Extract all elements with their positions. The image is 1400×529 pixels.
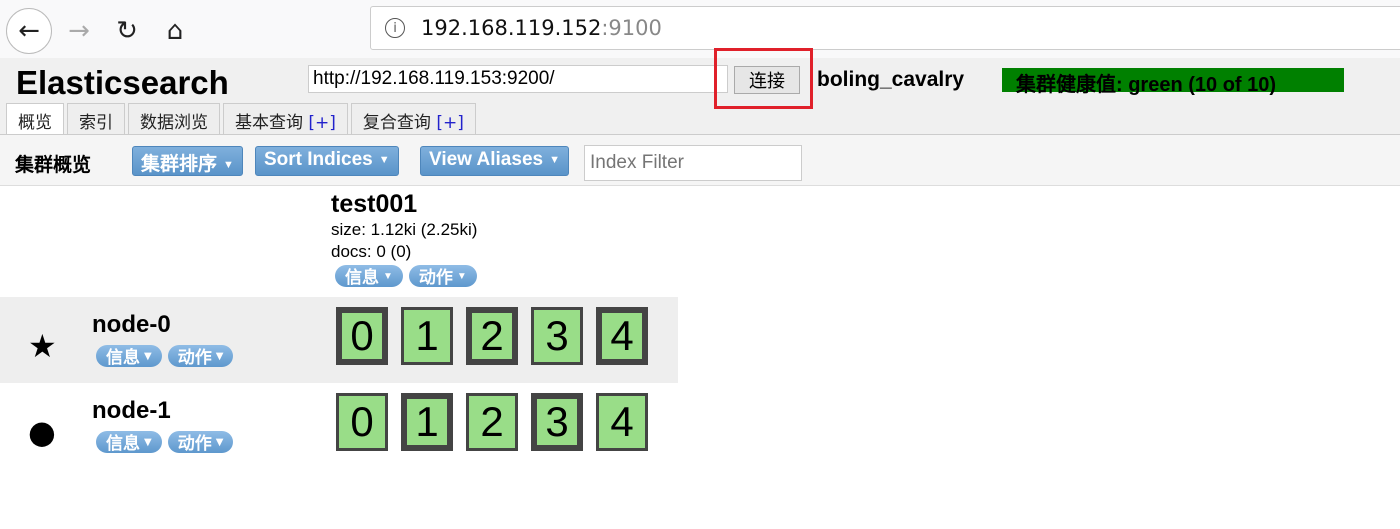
tab-basic-query[interactable]: 基本查询 [+] (223, 103, 348, 134)
browser-toolbar: ← → ↻ ⌂ i 192.168.119.152:9100 (0, 0, 1400, 58)
address-bar[interactable]: i 192.168.119.152:9100 (370, 6, 1400, 50)
shard-list: 01234 (336, 307, 648, 365)
node-info-button[interactable]: 信息 ▼ (96, 345, 162, 367)
cluster-health-badge: 集群健康值: green (10 of 10) (1002, 68, 1344, 96)
url-port: :9100 (601, 16, 662, 40)
shard-box[interactable]: 0 (336, 393, 388, 451)
button-label: 动作 (177, 434, 212, 453)
caret-down-icon: ▼ (144, 351, 152, 362)
node-actions-button[interactable]: 动作 ▼ (167, 431, 234, 453)
caret-down-icon: ▼ (456, 271, 467, 282)
index-size: size: 1.12ki (2.25ki) (331, 220, 478, 239)
connect-url-input[interactable] (308, 65, 728, 93)
tab-label: 索引 (79, 113, 113, 133)
index-actions-button[interactable]: 动作 ▼ (408, 265, 477, 287)
app-header: Elasticsearch 连接 boling_cavalry 集群健康值: g… (0, 48, 1400, 134)
index-filter-input[interactable] (584, 145, 802, 181)
shard-list: 01234 (336, 393, 648, 451)
caret-down-icon: ▼ (549, 153, 560, 166)
tab-plus[interactable]: [+] (436, 113, 464, 133)
home-icon[interactable]: ⌂ (152, 8, 198, 54)
shard-box[interactable]: 4 (596, 307, 648, 365)
button-label: 动作 (418, 268, 453, 287)
tab-compound-query[interactable]: 复合查询 [+] (350, 103, 476, 134)
dropdown-label: Sort Indices (264, 149, 373, 170)
caret-down-icon: ▼ (215, 351, 224, 362)
tab-label: 基本查询 (235, 113, 303, 133)
cluster-name: boling_cavalry (817, 68, 965, 91)
url-host: 192.168.119.152 (421, 16, 602, 40)
button-label: 信息 (106, 434, 140, 453)
overview-title: 集群概览 (15, 154, 92, 176)
reload-icon[interactable]: ↻ (104, 8, 150, 54)
index-header: test001 size: 1.12ki (2.25ki) docs: 0 (0… (331, 190, 483, 292)
caret-down-icon: ▼ (144, 437, 152, 448)
sort-indices-dropdown[interactable]: Sort Indices ▼ (255, 146, 399, 176)
index-name: test001 (331, 190, 418, 218)
back-icon[interactable]: ← (6, 8, 52, 54)
tab-browser[interactable]: 数据浏览 (128, 103, 220, 134)
node-actions-button[interactable]: 动作 ▼ (167, 345, 234, 367)
index-docs: docs: 0 (0) (331, 242, 412, 261)
shard-box[interactable]: 3 (531, 307, 583, 365)
shard-box[interactable]: 0 (336, 307, 388, 365)
tab-label: 概览 (18, 113, 52, 133)
tab-label: 复合查询 (362, 113, 431, 133)
button-label: 信息 (106, 348, 140, 367)
tab-overview[interactable]: 概览 (6, 103, 64, 134)
caret-down-icon: ▼ (378, 153, 390, 166)
button-label: 信息 (345, 268, 379, 287)
shard-box[interactable]: 2 (466, 393, 518, 451)
button-label: 动作 (177, 348, 212, 367)
node-circle-icon: ● (28, 413, 56, 451)
sort-cluster-dropdown[interactable]: 集群排序 ▼ (132, 146, 243, 176)
node-info-button[interactable]: 信息 ▼ (96, 431, 162, 453)
node-name: node-1 (92, 397, 171, 424)
shard-box[interactable]: 4 (596, 393, 648, 451)
node-row: ● node-1 信息 ▼ 动作 ▼ 01234 (0, 383, 678, 469)
shard-box[interactable]: 3 (531, 393, 583, 451)
caret-down-icon: ▼ (223, 158, 234, 171)
tab-indices[interactable]: 索引 (67, 103, 125, 134)
caret-down-icon: ▼ (215, 437, 224, 448)
caret-down-icon: ▼ (383, 271, 393, 282)
dropdown-label: View Aliases (429, 149, 544, 170)
dropdown-label: 集群排序 (141, 154, 218, 175)
shard-box[interactable]: 1 (401, 307, 453, 365)
master-star-icon: ★ (28, 327, 57, 365)
view-aliases-dropdown[interactable]: View Aliases ▼ (420, 146, 569, 176)
logo: Elasticsearch (16, 64, 229, 101)
forward-icon[interactable]: → (56, 8, 102, 54)
index-info-button[interactable]: 信息 ▼ (335, 265, 403, 287)
node-name: node-0 (92, 311, 171, 338)
shard-box[interactable]: 1 (401, 393, 453, 451)
info-icon[interactable]: i (385, 18, 405, 38)
node-row: ★ node-0 信息 ▼ 动作 ▼ 01234 (0, 297, 678, 383)
overview-toolbar: 集群概览 集群排序 ▼ Sort Indices ▼ View Aliases ▼ (0, 134, 1400, 186)
tab-plus[interactable]: [+] (308, 113, 336, 133)
highlight-box (714, 48, 813, 109)
tab-label: 数据浏览 (140, 113, 208, 133)
shard-box[interactable]: 2 (466, 307, 518, 365)
tab-bar: 概览 索引 数据浏览 基本查询 [+] 复合查询 [+] (6, 103, 476, 134)
